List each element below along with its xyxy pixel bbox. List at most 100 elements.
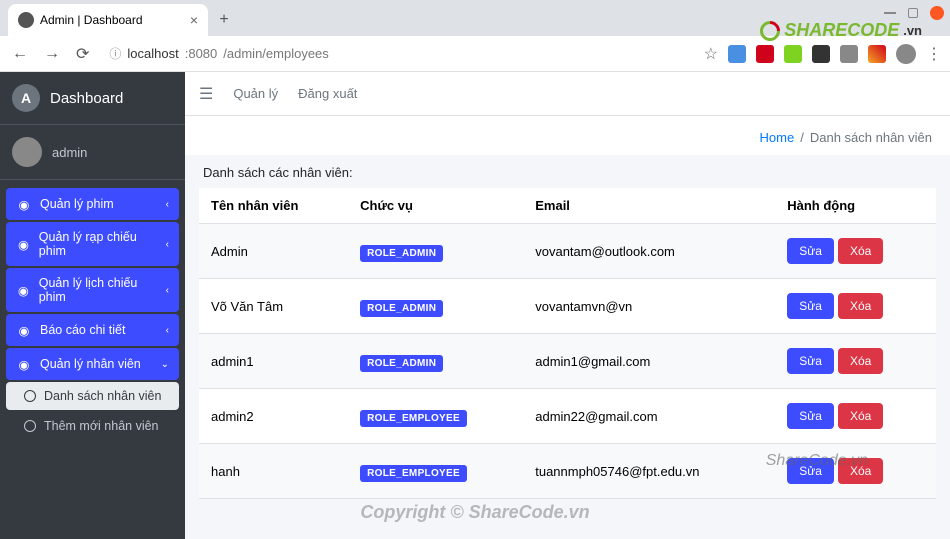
cell-actions: SửaXóa [775,224,936,279]
url-port: :8080 [185,46,218,61]
cell-email: tuannmph05746@fpt.edu.vn [523,444,775,499]
dashboard-icon: ◉ [16,196,32,212]
menu-icon[interactable]: ⋮ [926,44,942,64]
watermark-logo: SHARECODE.vn [760,20,922,41]
extension-icon[interactable] [840,45,858,63]
nav-label: Quản lý nhân viên [40,357,141,371]
nav-label: Quản lý lịch chiếu phim [39,276,158,304]
minimize-icon[interactable] [884,12,896,14]
nav-item-phim[interactable]: ◉ Quản lý phim ‹ [6,188,179,220]
nav-item-rap[interactable]: ◉ Quản lý rạp chiếu phim ‹ [6,222,179,266]
topbar-link-quanly[interactable]: Quản lý [233,86,278,101]
edit-button[interactable]: Sửa [787,293,834,319]
url-path: /admin/employees [223,46,329,61]
role-badge: ROLE_ADMIN [360,355,443,372]
tab-close-icon[interactable]: × [190,13,198,27]
table-row: Võ Văn TâmROLE_ADMINvovantamvn@vn SửaXóa [199,279,936,334]
nav-label: Báo cáo chi tiết [40,323,125,337]
chevron-left-icon: ‹ [166,199,169,210]
reload-icon[interactable]: ⟳ [72,40,93,68]
extension-icon[interactable] [784,45,802,63]
nav-menu: ◉ Quản lý phim ‹ ◉ Quản lý rạp chiếu phi… [0,180,185,448]
dashboard-icon: ◉ [16,322,32,338]
bookmark-icon[interactable]: ☆ [704,44,718,64]
nav-label: Quản lý rạp chiếu phim [39,230,158,258]
watermark-mid: ShareCode.vn [766,452,868,470]
new-tab-button[interactable]: + [212,8,236,32]
breadcrumb-separator: / [800,130,804,145]
dashboard-icon: ◉ [16,236,31,252]
col-role: Chức vụ [348,188,523,224]
chevron-left-icon: ‹ [166,285,169,296]
browser-toolbar: ← → ⟳ ⓘ localhost :8080/admin/employees ☆… [0,36,950,72]
extension-icon[interactable] [756,45,774,63]
extension-icon[interactable] [728,45,746,63]
table-row: AdminROLE_ADMINvovantam@outlook.comSửaXó… [199,224,936,279]
brand[interactable]: A Dashboard [0,72,185,125]
breadcrumb-current: Danh sách nhân viên [810,130,932,145]
sub-label: Thêm mới nhân viên [44,419,159,433]
delete-button[interactable]: Xóa [838,238,883,264]
nav-item-nhanvien[interactable]: ◉ Quản lý nhân viên ⌄ [6,348,179,380]
brand-text: Dashboard [50,90,123,107]
site-info-icon[interactable]: ⓘ [109,45,121,62]
delete-button[interactable]: Xóa [838,293,883,319]
circle-icon [24,420,36,432]
profile-icon[interactable] [896,44,916,64]
url-bar[interactable]: ⓘ localhost :8080/admin/employees [101,41,695,66]
table-row: admin1ROLE_ADMINadmin1@gmail.comSửaXóa [199,334,936,389]
cell-email: admin22@gmail.com [523,389,775,444]
cell-role: ROLE_EMPLOYEE [348,444,523,499]
cell-email: vovantamvn@vn [523,279,775,334]
user-name: admin [52,145,87,160]
sub-item-themmoi[interactable]: Thêm mới nhân viên [6,412,179,440]
hamburger-icon[interactable]: ☰ [199,84,213,104]
sub-item-danhsach[interactable]: Danh sách nhân viên [6,382,179,410]
maximize-icon[interactable] [908,8,918,18]
role-badge: ROLE_EMPLOYEE [360,410,467,427]
tab-title: Admin | Dashboard [40,13,184,27]
cell-email: admin1@gmail.com [523,334,775,389]
table-row: admin2 ROLE_EMPLOYEE admin22@gmail.com SửaX… [199,389,936,444]
breadcrumb-home[interactable]: Home [760,130,795,145]
role-badge: ROLE_EMPLOYEE [360,465,467,482]
cell-name: admin2 [199,389,348,444]
nav-item-lich[interactable]: ◉ Quản lý lịch chiếu phim ‹ [6,268,179,312]
topbar-link-dangxuat[interactable]: Đăng xuất [298,86,357,101]
cell-email: vovantam@outlook.com [523,224,775,279]
back-icon[interactable]: ← [8,41,32,67]
tab-favicon [18,12,34,28]
watermark-circle-icon [756,16,784,44]
col-actions: Hành động [775,188,936,224]
chevron-left-icon: ‹ [166,325,169,336]
delete-button[interactable]: Xóa [838,348,883,374]
dashboard-icon: ◉ [16,356,32,372]
forward-icon[interactable]: → [40,41,64,67]
col-email: Email [523,188,775,224]
browser-tab[interactable]: Admin | Dashboard × [8,4,208,36]
extension-icon[interactable] [812,45,830,63]
cell-name: hanh [199,444,348,499]
cell-name: Võ Văn Tâm [199,279,348,334]
delete-button[interactable]: Xóa [838,403,883,429]
brand-logo-icon: A [12,84,40,112]
cell-name: Admin [199,224,348,279]
close-window-icon[interactable] [930,6,944,20]
cell-role: ROLE_ADMIN [348,224,523,279]
extension-icon[interactable] [868,45,886,63]
edit-button[interactable]: Sửa [787,403,834,429]
dashboard-icon: ◉ [16,282,31,298]
toolbar-extensions: ☆ ⋮ [704,44,942,64]
chevron-left-icon: ‹ [166,239,169,250]
sub-label: Danh sách nhân viên [44,389,161,403]
url-host: localhost [127,46,178,61]
edit-button[interactable]: Sửa [787,348,834,374]
edit-button[interactable]: Sửa [787,238,834,264]
col-name: Tên nhân viên [199,188,348,224]
cell-role: ROLE_ADMIN [348,279,523,334]
topbar: ☰ Quản lý Đăng xuất [185,72,950,116]
cell-name: admin1 [199,334,348,389]
nav-item-baocao[interactable]: ◉ Báo cáo chi tiết ‹ [6,314,179,346]
cell-actions: SửaXóa [775,334,936,389]
user-panel[interactable]: admin [0,125,185,180]
